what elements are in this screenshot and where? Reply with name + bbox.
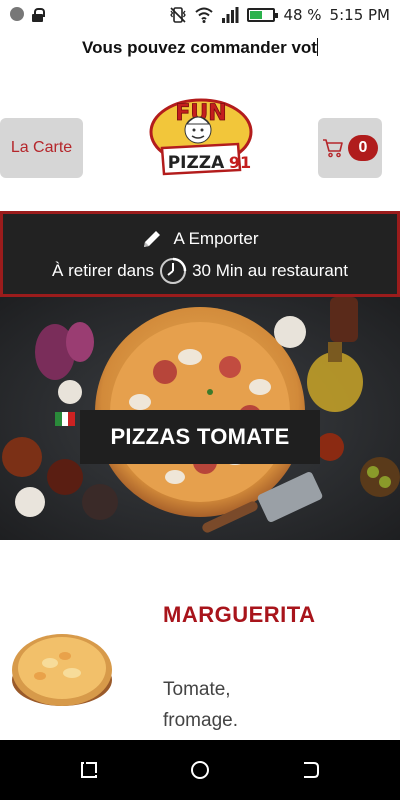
info-marquee: Vous pouvez commander vot bbox=[0, 38, 400, 58]
category-title-text: PIZZAS TOMATE bbox=[110, 424, 290, 449]
signal-icon bbox=[222, 7, 239, 23]
logo-number: 91 bbox=[229, 153, 251, 172]
category-title[interactable]: PIZZAS TOMATE bbox=[80, 410, 320, 464]
battery-icon bbox=[247, 8, 279, 22]
marquee-text: Vous pouvez commander vot bbox=[82, 38, 317, 57]
home-button[interactable] bbox=[189, 759, 211, 781]
order-mode-banner[interactable]: A Emporter À retirer dans 30 Min au rest… bbox=[0, 211, 400, 297]
menu-card-label: La Carte bbox=[10, 139, 73, 156]
recent-apps-button[interactable] bbox=[78, 759, 100, 781]
product-description: Tomate, fromage. bbox=[163, 679, 238, 731]
battery-percent: 48 % bbox=[283, 6, 322, 24]
system-navigation-bar bbox=[0, 740, 400, 800]
clock: 5:15 PM bbox=[329, 6, 390, 24]
cart-button[interactable]: 0 bbox=[318, 118, 382, 178]
notification-dot-icon bbox=[10, 7, 24, 21]
cart-icon bbox=[323, 139, 343, 158]
wifi-icon bbox=[195, 7, 214, 23]
logo-bottom-text: PIZZA bbox=[168, 153, 225, 173]
back-button[interactable] bbox=[300, 759, 322, 781]
pickup-prefix: À retirer dans bbox=[52, 261, 155, 280]
vibrate-icon bbox=[170, 7, 187, 23]
text-caret bbox=[316, 38, 318, 56]
cart-count-badge: 0 bbox=[348, 135, 378, 161]
fun-pizza-logo[interactable]: FUN PIZZA 91 bbox=[146, 92, 256, 182]
timer-icon bbox=[160, 257, 187, 284]
lock-icon bbox=[32, 7, 45, 22]
product-image[interactable] bbox=[10, 618, 114, 710]
pencil-icon bbox=[144, 231, 161, 247]
menu-card-button[interactable]: La Carte bbox=[0, 118, 83, 178]
product-name[interactable]: MARGUERITA bbox=[163, 602, 315, 628]
pickup-suffix: 30 Min au restaurant bbox=[192, 261, 348, 280]
app-screen: 48 % 5:15 PM Vous pouvez commander vot L… bbox=[0, 0, 400, 800]
order-mode-label: A Emporter bbox=[173, 229, 259, 248]
status-bar: 48 % 5:15 PM bbox=[0, 0, 400, 30]
